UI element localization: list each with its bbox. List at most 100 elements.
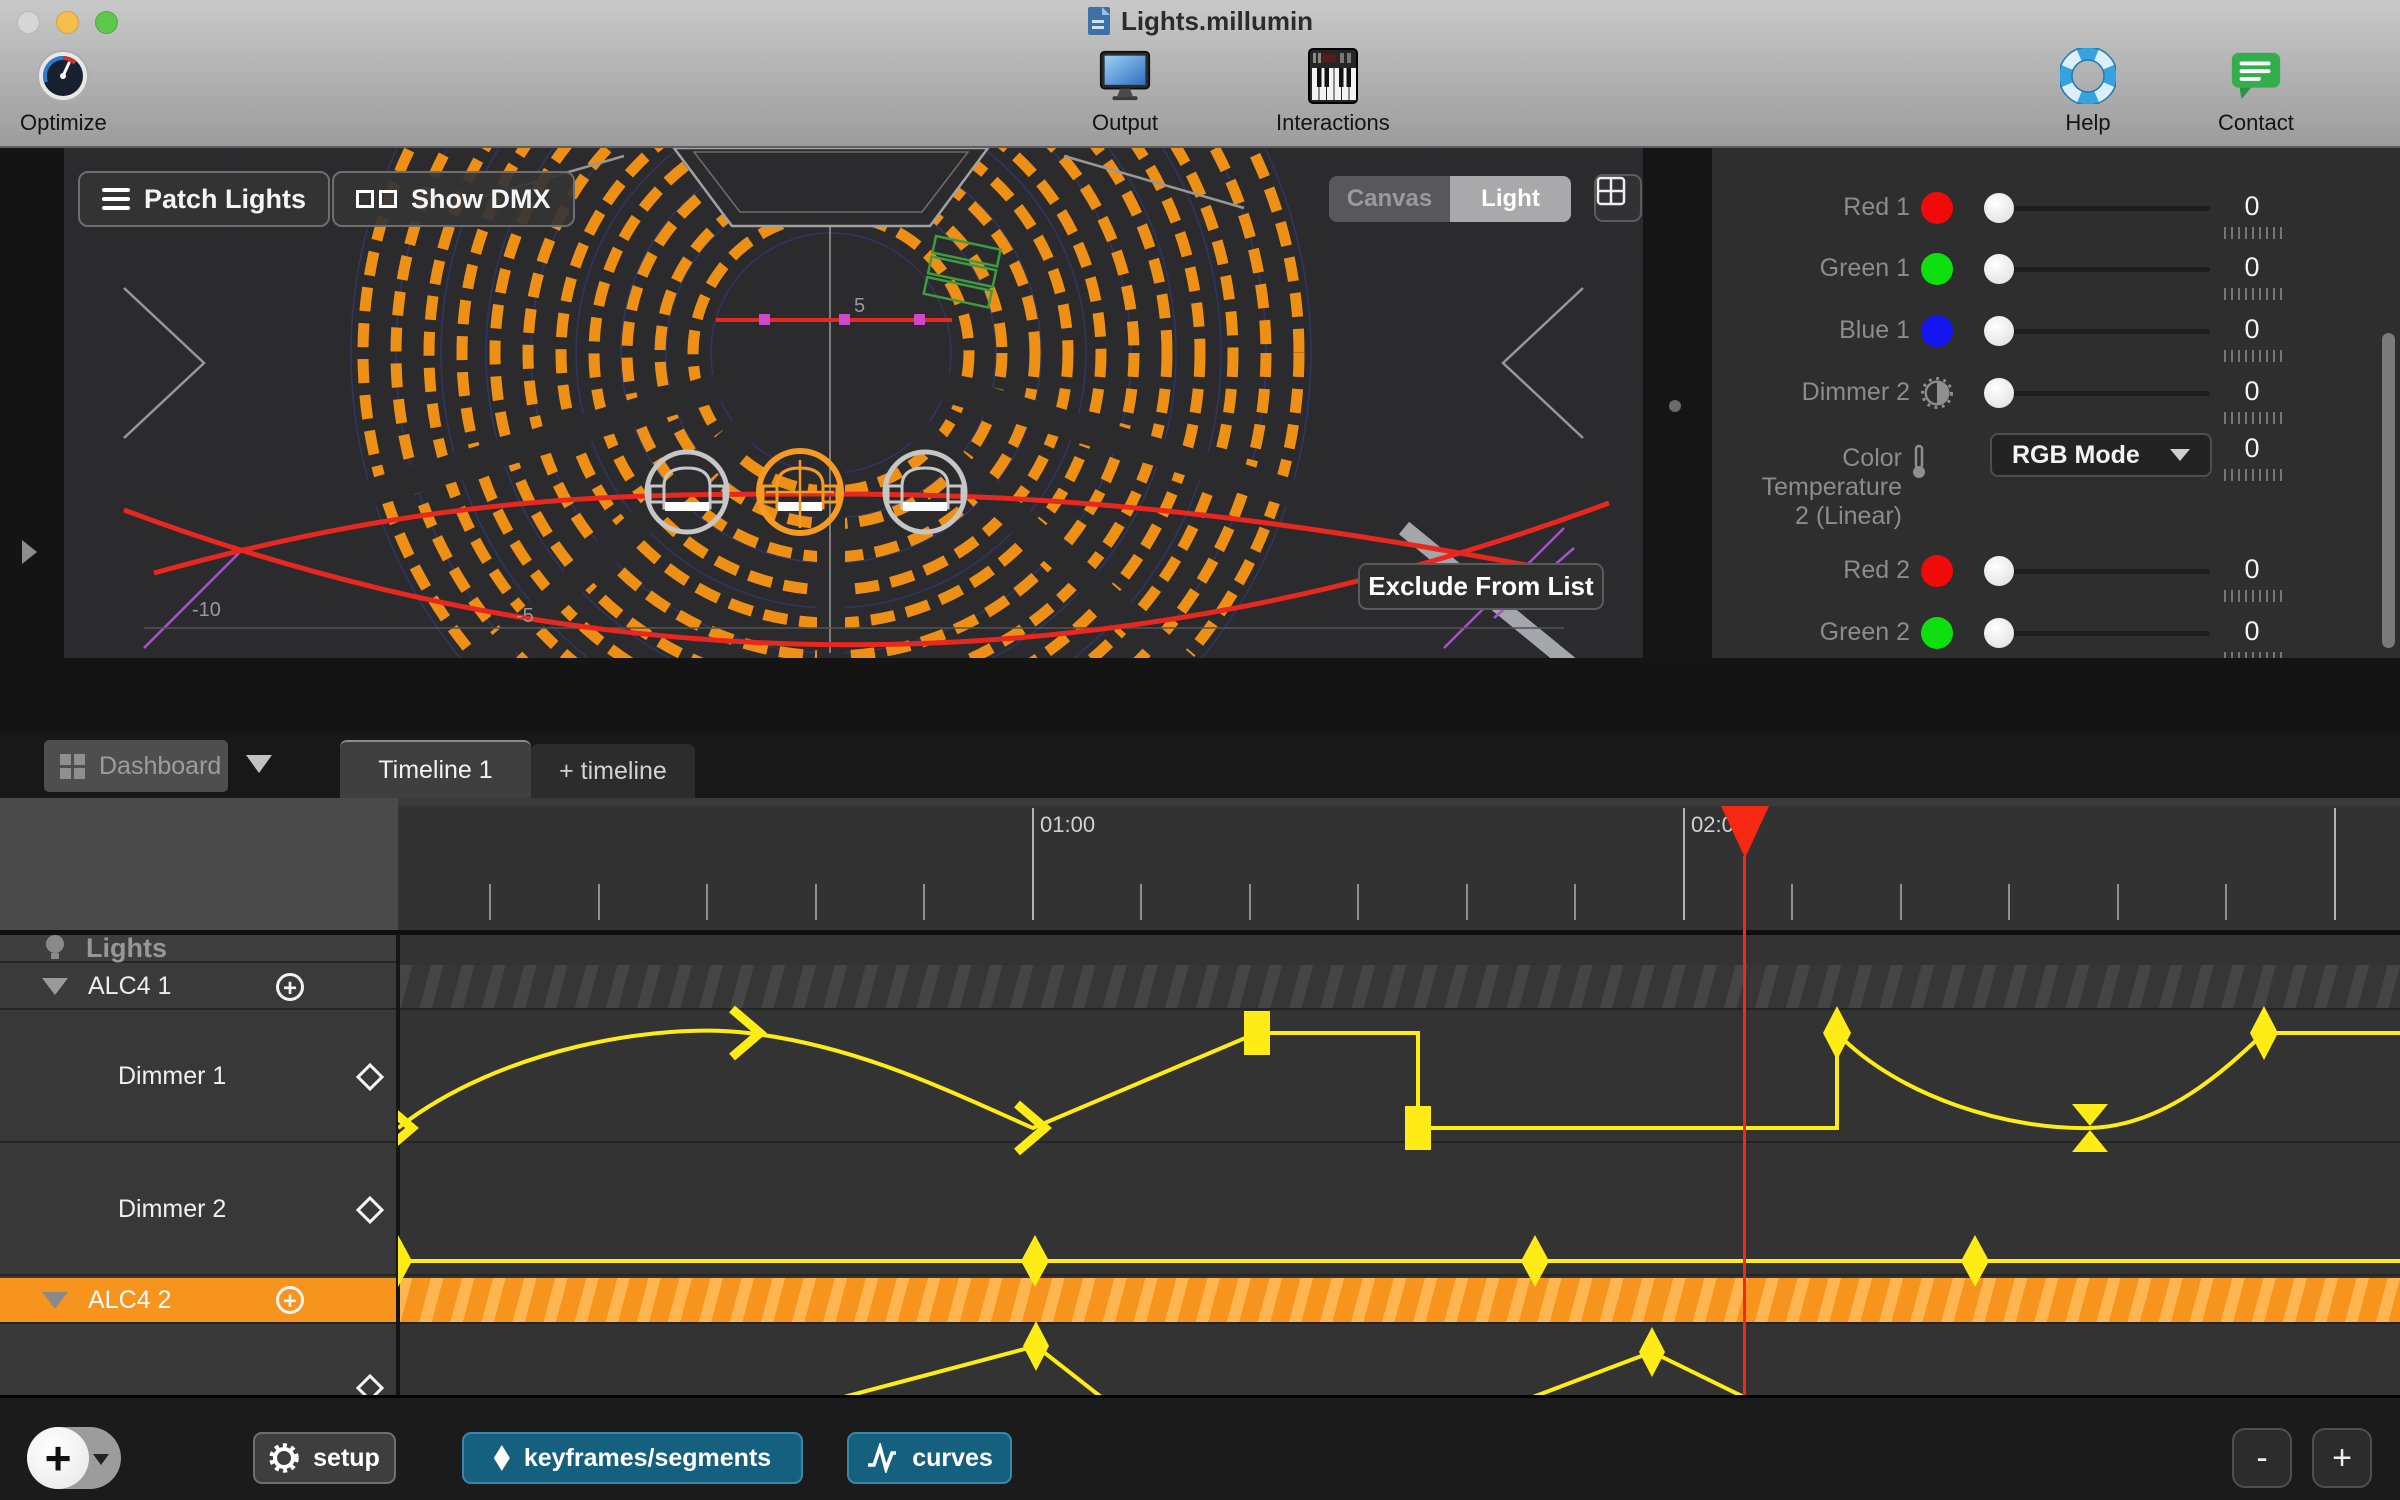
inspector-scrollbar[interactable]	[2382, 333, 2395, 648]
color-temp-value[interactable]: 0	[2222, 433, 2282, 464]
workspace-tabstrip: Dashboard Timeline 1 + timeline	[0, 733, 2400, 798]
dimmer2-slider-track[interactable]	[1998, 391, 2210, 396]
view-mode-toggle: Canvas Light	[1329, 176, 1571, 222]
keyframes-segments-button[interactable]: keyframes/segments	[462, 1432, 803, 1484]
add-keyframe-button[interactable]: +	[276, 1286, 304, 1314]
keyframe-curves	[398, 935, 2400, 1395]
playhead-line[interactable]	[1743, 856, 1746, 1397]
value-ticks	[2224, 469, 2282, 481]
transport-header: 02 : 04 : 131	[0, 798, 398, 930]
track-row-alc4-2-selected[interactable]: ALC4 2 +	[0, 1278, 396, 1324]
red-dot-icon	[1921, 555, 1953, 587]
toolbar-optimize[interactable]: Optimize	[20, 48, 107, 136]
tab-timeline-1[interactable]: Timeline 1	[340, 740, 531, 798]
inspector-row-red1: Red 1 0	[1712, 179, 2400, 239]
curves-button[interactable]: curves	[847, 1432, 1012, 1484]
red1-slider-knob[interactable]	[1984, 193, 2014, 223]
zoom-in-button[interactable]: +	[2312, 1428, 2372, 1488]
inspector-row-blue1: Blue 1 0	[1712, 302, 2400, 362]
mode-light-option[interactable]: Light	[1450, 176, 1571, 222]
track-row-dimmer-2[interactable]: Dimmer 2	[0, 1145, 396, 1276]
scale-label-minus10: -10	[192, 599, 221, 621]
inspector-row-red2: Red 2 0	[1712, 542, 2400, 602]
exclude-from-list-menu-item[interactable]: Exclude From List	[1358, 563, 1604, 610]
inspector-row-dimmer2: Dimmer 2 0	[1712, 364, 2400, 424]
add-keyframe-button[interactable]: +	[276, 973, 304, 1001]
window-title: Lights.millumin	[0, 6, 2400, 43]
blue1-slider-track[interactable]	[1998, 329, 2210, 334]
track-list-column: Lights ALC4 1 + Dimmer 1 Dimmer 2 ALC4 2…	[0, 935, 398, 1395]
red2-value[interactable]: 0	[2222, 554, 2282, 585]
red1-value[interactable]: 0	[2222, 191, 2282, 222]
toolbar-help[interactable]: Help	[2060, 48, 2116, 136]
red2-slider-knob[interactable]	[1984, 556, 2014, 586]
dimmer2-slider-knob[interactable]	[1984, 378, 2014, 408]
track-group-lights[interactable]: Lights	[0, 935, 396, 963]
zoom-out-button[interactable]: -	[2232, 1428, 2292, 1488]
stage-canvas[interactable]: 5 -10 -5	[64, 148, 1643, 658]
track-row-partial[interactable]	[0, 1326, 396, 1395]
add-split-button[interactable]: +	[27, 1427, 121, 1489]
disclosure-triangle-icon[interactable]	[42, 978, 68, 995]
document-icon	[1087, 6, 1111, 43]
scale-label-5: 5	[854, 295, 865, 317]
green2-slider-knob[interactable]	[1984, 618, 2014, 648]
playhead-handle[interactable]	[1721, 806, 1769, 858]
red-dot-icon	[1921, 192, 1953, 224]
dimmer2-value[interactable]: 0	[2222, 376, 2282, 407]
keyframe-diamond-icon[interactable]	[356, 1195, 384, 1223]
add-button[interactable]: +	[27, 1427, 89, 1489]
keyframe-diamond-icon	[494, 1445, 510, 1471]
track-row-alc4-1[interactable]: ALC4 1 +	[0, 965, 396, 1010]
blue1-slider-knob[interactable]	[1984, 316, 2014, 346]
canvas-lower-strip	[0, 658, 2400, 733]
blue-dot-icon	[1921, 315, 1953, 347]
toolbar-interactions[interactable]: Interactions	[1276, 48, 1390, 136]
green2-value[interactable]: 0	[2222, 616, 2282, 647]
patch-list-icon	[102, 188, 130, 210]
red1-slider-track[interactable]	[1998, 206, 2210, 211]
green2-slider-track[interactable]	[1998, 631, 2210, 636]
track-row-dimmer-1[interactable]: Dimmer 1	[0, 1012, 396, 1143]
red2-slider-track[interactable]	[1998, 569, 2210, 574]
bottom-toolbar: + setup keyframes/segments curves - +	[0, 1395, 2400, 1500]
light-fixture-selected[interactable]	[759, 451, 841, 533]
mode-canvas-option[interactable]: Canvas	[1329, 176, 1450, 222]
blue1-value[interactable]: 0	[2222, 314, 2282, 345]
green1-slider-knob[interactable]	[1984, 254, 2014, 284]
disclosure-triangle-icon[interactable]	[42, 1292, 68, 1309]
toolbar-output[interactable]: Output	[1092, 48, 1158, 136]
color-temperature-label: Color Temperature 2 (Linear)	[1762, 444, 1902, 531]
grid-view-button[interactable]	[1594, 174, 1642, 222]
show-dmx-button[interactable]: Show DMX	[332, 171, 575, 227]
toolbar-contact[interactable]: Contact	[2218, 48, 2294, 136]
ruler-major-tick	[2334, 808, 2336, 920]
help-lifebuoy-icon	[2060, 48, 2116, 104]
dashboard-caret-icon[interactable]	[246, 755, 272, 773]
value-ticks	[2224, 412, 2282, 424]
patch-lights-button[interactable]: Patch Lights	[78, 171, 330, 227]
setup-button[interactable]: setup	[253, 1432, 396, 1484]
left-collapse-strip	[0, 148, 64, 733]
color-mode-dropdown[interactable]: RGB Mode	[1990, 433, 2212, 477]
timeline-ruler[interactable]: 01:00 02:00 ↻ segment	[398, 798, 2400, 930]
curve-icon	[866, 1443, 898, 1473]
tab-add-timeline[interactable]: + timeline	[531, 744, 695, 798]
panel-divider-handle[interactable]	[1669, 400, 1681, 412]
keyframe-diamond-icon[interactable]	[356, 1062, 384, 1090]
inspector-row-green1: Green 1 0	[1712, 240, 2400, 300]
value-ticks	[2224, 288, 2282, 300]
green1-slider-track[interactable]	[1998, 267, 2210, 272]
chevron-down-icon	[93, 1454, 109, 1465]
green1-value[interactable]: 0	[2222, 252, 2282, 283]
gear-icon	[269, 1443, 299, 1473]
ruler-label-0100: 01:00	[1040, 812, 1095, 838]
value-ticks	[2224, 590, 2282, 602]
contact-chat-icon	[2228, 48, 2284, 104]
expand-arrow-icon[interactable]	[22, 540, 37, 564]
optimize-speedometer-icon	[35, 48, 91, 104]
scale-label-minus5: -5	[516, 605, 534, 627]
dmx-squares-icon	[356, 190, 397, 208]
tab-dashboard[interactable]: Dashboard	[44, 740, 228, 792]
value-ticks	[2224, 350, 2282, 362]
